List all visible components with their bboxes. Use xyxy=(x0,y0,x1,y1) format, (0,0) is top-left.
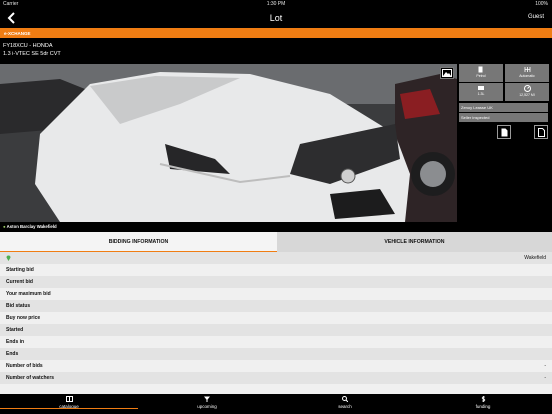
auction-banner: e-XCHANGE xyxy=(0,28,552,38)
vehicle-photo[interactable] xyxy=(0,64,457,222)
list-item: Ends in xyxy=(0,336,552,348)
location-caption-text: Aston Barclay Wakefield xyxy=(6,224,57,229)
tab-vehicle-information[interactable]: VEHICLE INFORMATION xyxy=(277,232,552,252)
document-button[interactable] xyxy=(497,125,511,139)
list-item: Your maximum bid xyxy=(0,288,552,300)
row-label: Buy now price xyxy=(6,315,41,321)
funding-icon xyxy=(481,396,485,402)
row-label: Current bid xyxy=(6,279,33,285)
row-value: - xyxy=(544,375,546,381)
report-icon xyxy=(537,127,545,137)
active-tab-indicator xyxy=(0,408,138,409)
row-value: - xyxy=(544,363,546,369)
inspection-status: Seller inspected xyxy=(459,113,548,122)
list-item: Started xyxy=(0,324,552,336)
spec-transmission: Automatic xyxy=(505,64,549,82)
list-item: Buy now price xyxy=(0,312,552,324)
spec-fuel-label: Petrol xyxy=(476,74,486,78)
location-pin-icon xyxy=(6,255,11,261)
page-title: Lot xyxy=(269,13,283,23)
spec-fuel: Petrol xyxy=(459,64,503,82)
list-item: Current bid xyxy=(0,276,552,288)
row-label: Ends in xyxy=(6,339,25,345)
upcoming-icon xyxy=(204,396,210,402)
spec-mileage-label: 12,527 MI xyxy=(519,93,535,97)
row-label: Bid status xyxy=(6,303,31,309)
catalogue-icon xyxy=(65,396,73,402)
row-label: Number of bids xyxy=(6,363,43,369)
map-pin-icon: ● xyxy=(3,224,6,229)
gearbox-icon xyxy=(524,67,530,72)
clock: 1:30 PM xyxy=(266,1,286,7)
tab-funding-label: funding xyxy=(475,404,491,409)
row-label: Ends xyxy=(6,351,19,357)
location-row: Wakefield xyxy=(0,252,552,264)
document-icon xyxy=(501,128,507,136)
list-item: Ends xyxy=(0,348,552,360)
odometer-icon xyxy=(523,85,531,92)
image-gallery-icon xyxy=(442,69,452,77)
lot-header: FY18XCU - HONDA 1.3 i-VTEC SE 5dr CVT xyxy=(0,38,552,64)
car-image xyxy=(0,64,457,222)
vehicle-description: 1.3 i-VTEC SE 5dr CVT xyxy=(3,51,61,57)
spec-engine-label: 1.3L xyxy=(477,92,485,96)
tab-funding[interactable]: funding xyxy=(414,396,552,409)
seller-name: Zenoy Leasse UK xyxy=(459,103,548,112)
photo-location-caption: ● Aston Barclay Wakefield xyxy=(0,222,457,232)
list-item: Number of bids - xyxy=(0,360,552,372)
tab-search[interactable]: search xyxy=(276,396,414,409)
spec-mileage: 12,527 MI xyxy=(505,83,549,101)
engine-icon xyxy=(478,86,484,90)
bidding-information-list: Wakefield Starting bid Current bid Your … xyxy=(0,252,552,394)
navigation-bar: Lot Guest xyxy=(0,9,552,28)
fuel-icon xyxy=(478,66,483,73)
spec-engine: 1.3L xyxy=(459,83,503,101)
tab-search-label: search xyxy=(338,404,352,409)
tab-upcoming[interactable]: upcoming xyxy=(138,396,276,409)
vehicle-registration-make: FY18XCU - HONDA xyxy=(3,43,53,49)
condition-report-button[interactable] xyxy=(534,125,548,139)
status-bar: Carrier 1:30 PM 100% xyxy=(0,0,552,9)
tab-upcoming-label: upcoming xyxy=(197,404,217,409)
search-icon xyxy=(342,396,348,402)
guest-button[interactable]: Guest xyxy=(528,14,544,20)
gallery-button[interactable] xyxy=(440,67,454,79)
row-label: Started xyxy=(6,327,24,333)
list-item: Starting bid xyxy=(0,264,552,276)
list-item: Bid status xyxy=(0,300,552,312)
battery-label: 100% xyxy=(535,1,548,7)
bottom-tab-bar: catalogue upcoming search funding xyxy=(0,394,552,414)
list-item: Number of watchers - xyxy=(0,372,552,384)
row-label: Starting bid xyxy=(6,267,34,273)
info-tabs: BIDDING INFORMATION VEHICLE INFORMATION xyxy=(0,232,552,252)
tab-bidding-information[interactable]: BIDDING INFORMATION xyxy=(0,232,277,252)
spec-transmission-label: Automatic xyxy=(519,74,535,78)
location-row-value: Wakefield xyxy=(524,255,546,261)
row-label: Number of watchers xyxy=(6,375,55,381)
row-label: Your maximum bid xyxy=(6,291,51,297)
